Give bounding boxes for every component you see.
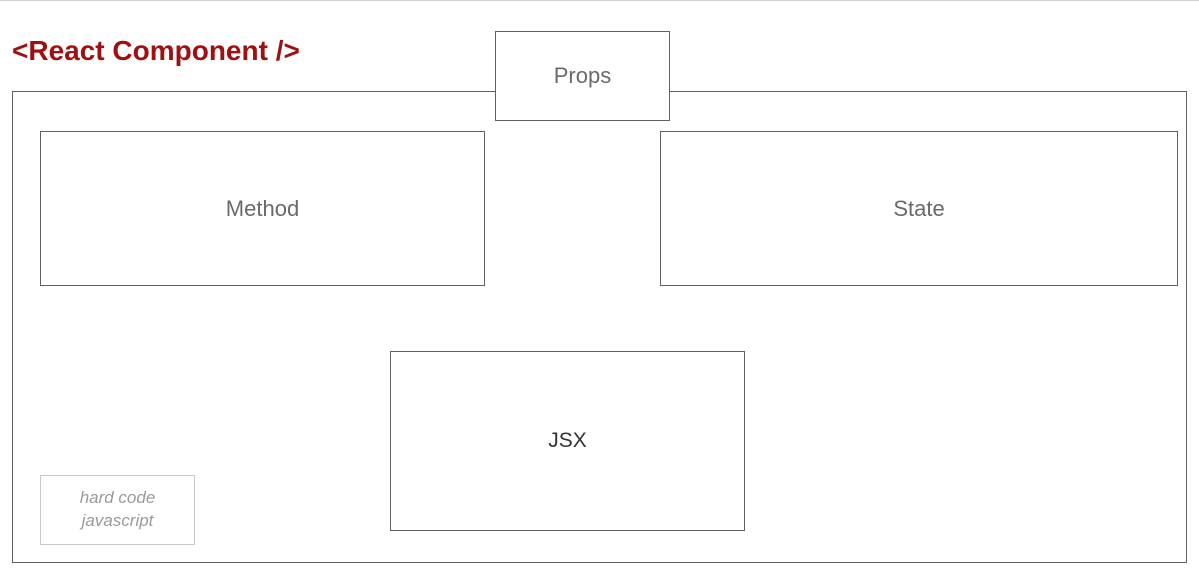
method-box: Method xyxy=(40,131,485,286)
jsx-label: JSX xyxy=(548,429,587,453)
hardcode-note-box: hard code javascript xyxy=(40,475,195,545)
hardcode-line2: javascript xyxy=(82,511,154,530)
method-label: Method xyxy=(226,196,299,222)
state-label: State xyxy=(893,196,944,222)
jsx-box: JSX xyxy=(390,351,745,531)
props-box: Props xyxy=(495,31,670,121)
hardcode-note-text: hard code javascript xyxy=(80,487,156,533)
diagram-title: <React Component /> xyxy=(12,35,300,67)
state-box: State xyxy=(660,131,1178,286)
props-label: Props xyxy=(554,63,611,89)
hardcode-line1: hard code xyxy=(80,488,156,507)
